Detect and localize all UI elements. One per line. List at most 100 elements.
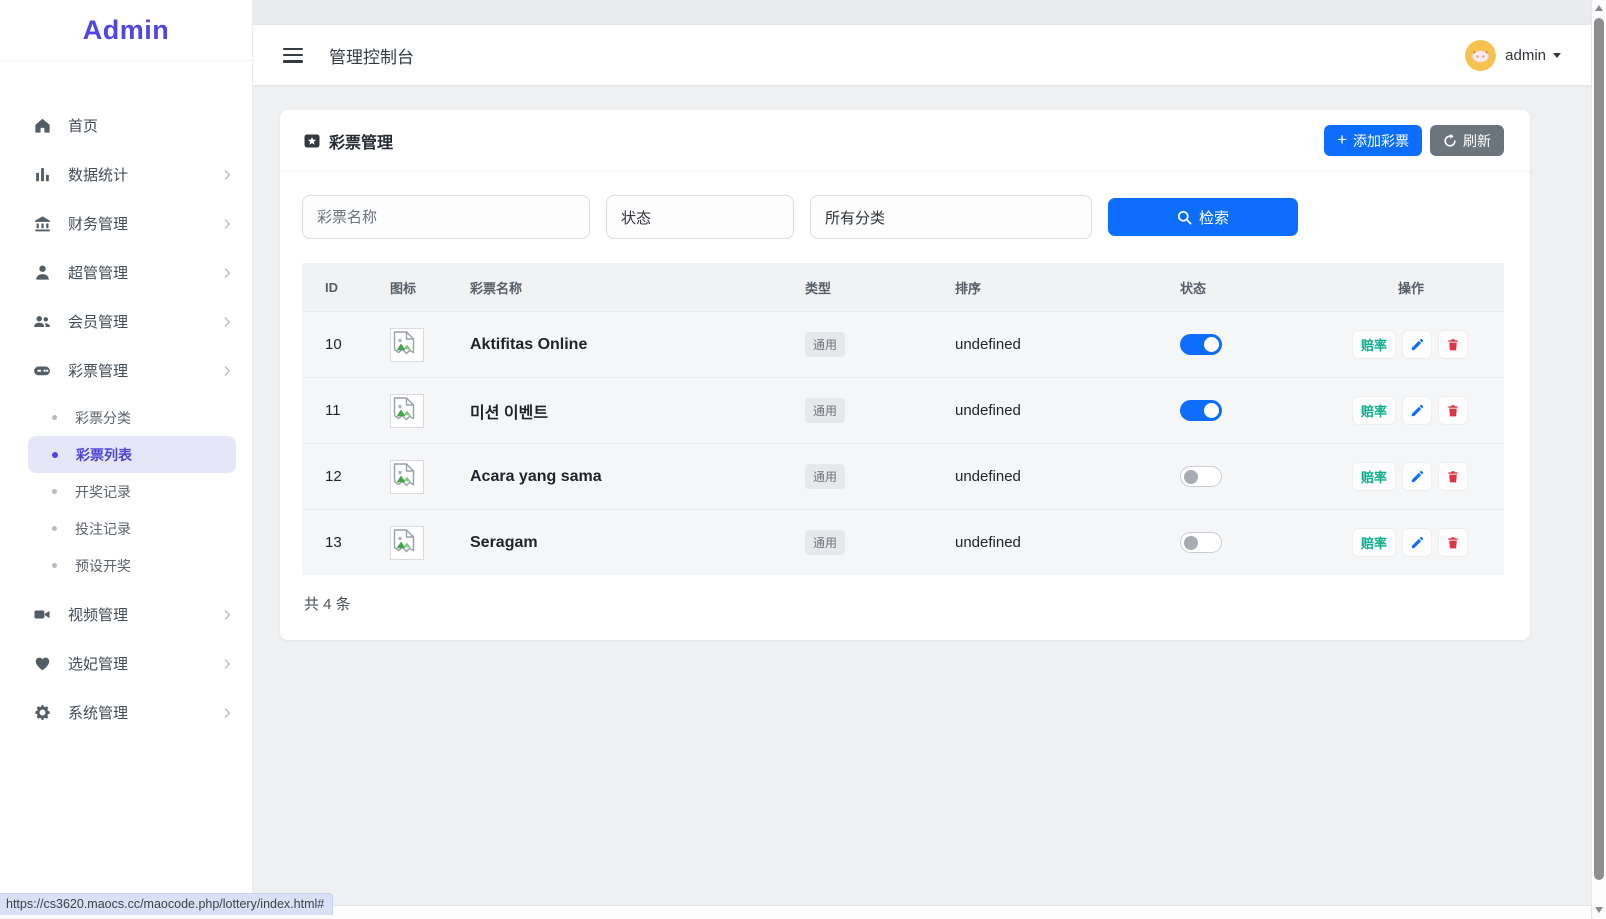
refresh-button[interactable]: 刷新 bbox=[1430, 125, 1504, 156]
sidebar-item-label: 视频管理 bbox=[68, 604, 220, 625]
add-lottery-button[interactable]: + 添加彩票 bbox=[1324, 125, 1422, 156]
card-title: 彩票管理 bbox=[304, 129, 393, 153]
edit-button[interactable] bbox=[1402, 330, 1432, 359]
sidebar-subitem-label: 彩票列表 bbox=[76, 445, 132, 465]
scroll-up-arrow-icon[interactable] bbox=[1595, 5, 1603, 11]
row-status-cell bbox=[1180, 466, 1352, 487]
row-icon-cell bbox=[390, 460, 470, 494]
status-select[interactable] bbox=[606, 195, 794, 239]
lottery-name: Aktifitas Online bbox=[470, 336, 805, 354]
delete-button[interactable] bbox=[1438, 462, 1468, 491]
status-url: https://cs3620.maocs.cc/maocode.php/lott… bbox=[0, 893, 333, 915]
sidebar-subitem[interactable]: 开奖记录 bbox=[28, 473, 236, 510]
sidebar-item-label: 系统管理 bbox=[68, 702, 220, 723]
row-icon-cell bbox=[390, 526, 470, 560]
sidebar-item-7[interactable]: 选妃管理 bbox=[0, 639, 252, 688]
sidebar-item-label: 会员管理 bbox=[68, 311, 220, 332]
delete-button[interactable] bbox=[1438, 528, 1468, 557]
filter-bar: 检索 bbox=[280, 172, 1530, 239]
row-type-cell: 通用 bbox=[805, 332, 955, 357]
pencil-icon bbox=[1410, 403, 1425, 418]
sidebar-item-6[interactable]: 视频管理 bbox=[0, 590, 252, 639]
sidebar-subitem-label: 彩票分类 bbox=[75, 408, 131, 428]
page-title: 管理控制台 bbox=[329, 43, 414, 68]
odds-button[interactable]: 赔率 bbox=[1352, 462, 1396, 491]
edit-button[interactable] bbox=[1402, 396, 1432, 425]
sidebar-item-2[interactable]: 财务管理 bbox=[0, 199, 252, 248]
trash-icon bbox=[1446, 337, 1460, 352]
sidebar-item-3[interactable]: 超管管理 bbox=[0, 248, 252, 297]
chevron-right-icon bbox=[220, 266, 234, 280]
broken-image-icon bbox=[390, 328, 424, 362]
chevron-right-icon bbox=[220, 657, 234, 671]
sidebar-subitem[interactable]: 彩票分类 bbox=[28, 399, 236, 436]
admin-dashboard: Admin 首页数据统计财务管理超管管理会员管理彩票管理彩票分类彩票列表开奖记录… bbox=[0, 0, 1606, 919]
odds-button[interactable]: 赔率 bbox=[1352, 396, 1396, 425]
edit-button[interactable] bbox=[1402, 528, 1432, 557]
category-select[interactable] bbox=[810, 195, 1092, 239]
sidebar-item-label: 首页 bbox=[68, 115, 234, 136]
sidebar-item-1[interactable]: 数据统计 bbox=[0, 150, 252, 199]
odds-button[interactable]: 赔率 bbox=[1352, 528, 1396, 557]
search-button[interactable]: 检索 bbox=[1108, 198, 1298, 236]
row-id: 11 bbox=[302, 402, 390, 419]
type-badge: 通用 bbox=[805, 332, 845, 357]
row-icon-cell bbox=[390, 394, 470, 428]
table-header-cell: 类型 bbox=[805, 278, 955, 297]
odds-button[interactable]: 赔率 bbox=[1352, 330, 1396, 359]
card-header: 彩票管理 + 添加彩票 刷新 bbox=[280, 110, 1530, 172]
status-toggle[interactable] bbox=[1180, 400, 1222, 421]
toggle-knob bbox=[1184, 536, 1198, 550]
chevron-right-icon bbox=[220, 608, 234, 622]
table-header-cell: 排序 bbox=[955, 278, 1180, 297]
toggle-knob bbox=[1184, 470, 1198, 484]
sidebar-item-label: 选妃管理 bbox=[68, 653, 220, 674]
table-row: 13Seragam通用undefined赔率 bbox=[302, 509, 1504, 575]
total-count: 共 4 条 bbox=[280, 575, 1530, 638]
edit-button[interactable] bbox=[1402, 462, 1432, 491]
bullet-icon bbox=[52, 415, 57, 420]
lottery-table: ID图标彩票名称类型排序状态操作 10Aktifitas Online通用und… bbox=[302, 263, 1504, 575]
table-header-cell: 状态 bbox=[1180, 278, 1352, 297]
row-type-cell: 通用 bbox=[805, 530, 955, 555]
toggle-knob bbox=[1204, 403, 1219, 418]
scroll-down-arrow-icon[interactable] bbox=[1595, 907, 1603, 913]
video-icon bbox=[32, 605, 52, 625]
row-actions: 赔率 bbox=[1352, 462, 1504, 491]
user-menu[interactable]: admin bbox=[1465, 40, 1561, 71]
lottery-management-card: 彩票管理 + 添加彩票 刷新 bbox=[280, 110, 1530, 640]
avatar[interactable] bbox=[1465, 40, 1496, 71]
username: admin bbox=[1505, 47, 1546, 64]
table-body: 10Aktifitas Online通用undefined赔率11미션 이벤트通… bbox=[302, 311, 1504, 575]
top-strip bbox=[253, 0, 1591, 25]
chevron-right-icon bbox=[220, 706, 234, 720]
lottery-name-input[interactable] bbox=[302, 195, 590, 239]
sidebar-subitem[interactable]: 投注记录 bbox=[28, 510, 236, 547]
vertical-scrollbar[interactable] bbox=[1591, 0, 1606, 919]
gear-icon bbox=[32, 703, 52, 723]
row-status-cell bbox=[1180, 400, 1352, 421]
bullet-icon bbox=[52, 489, 57, 494]
delete-button[interactable] bbox=[1438, 396, 1468, 425]
sidebar-item-4[interactable]: 会员管理 bbox=[0, 297, 252, 346]
row-sort: undefined bbox=[955, 402, 1180, 419]
row-status-cell bbox=[1180, 532, 1352, 553]
sidebar-subitem[interactable]: 预设开奖 bbox=[28, 547, 236, 584]
row-actions: 赔率 bbox=[1352, 528, 1504, 557]
row-actions: 赔率 bbox=[1352, 330, 1504, 359]
sidebar-item-0[interactable]: 首页 bbox=[0, 101, 252, 150]
status-toggle[interactable] bbox=[1180, 334, 1222, 355]
broken-image-icon bbox=[390, 460, 424, 494]
status-toggle[interactable] bbox=[1180, 532, 1222, 553]
delete-button[interactable] bbox=[1438, 330, 1468, 359]
sidebar-subitem[interactable]: 彩票列表 bbox=[28, 436, 236, 473]
sidebar-item-5[interactable]: 彩票管理 bbox=[0, 346, 252, 395]
bank-icon bbox=[32, 214, 52, 234]
sidebar-item-8[interactable]: 系统管理 bbox=[0, 688, 252, 737]
status-toggle[interactable] bbox=[1180, 466, 1222, 487]
row-type-cell: 通用 bbox=[805, 464, 955, 489]
plus-icon: + bbox=[1337, 131, 1347, 148]
trash-icon bbox=[1446, 403, 1460, 418]
vertical-scrollbar-thumb[interactable] bbox=[1594, 18, 1604, 880]
menu-toggle-icon[interactable] bbox=[283, 48, 303, 63]
